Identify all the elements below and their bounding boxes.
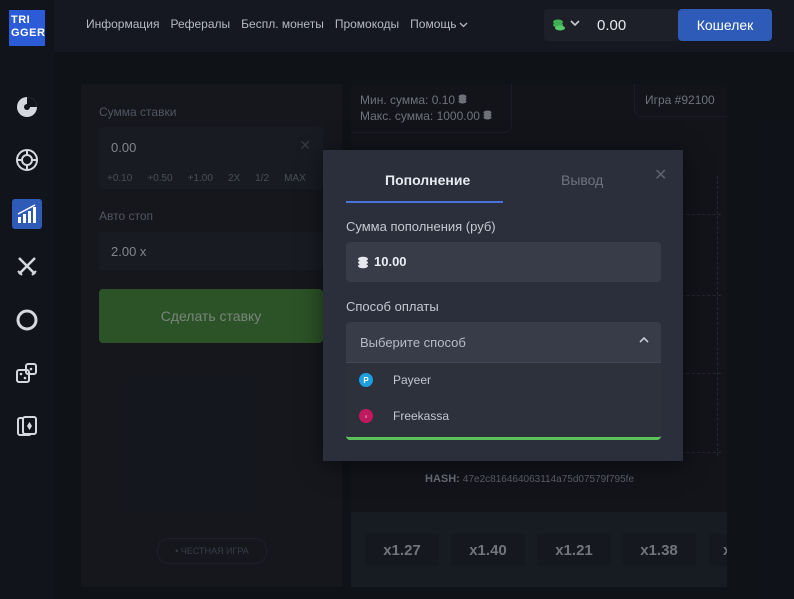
cards-icon[interactable] xyxy=(14,413,40,439)
nav-help[interactable]: Помощь xyxy=(410,17,467,31)
active-tab-indicator xyxy=(346,201,503,203)
deposit-amount-input[interactable]: 10.00 xyxy=(346,242,661,282)
option-freekassa[interactable]: ◦ Freekassa xyxy=(359,406,449,426)
deposit-amount-label: Сумма пополнения (руб) xyxy=(346,219,496,234)
logo[interactable]: TRI GGER xyxy=(9,10,45,46)
circle-icon[interactable] xyxy=(14,307,40,333)
deposit-modal: Пополнение Вывод ✕ Сумма пополнения (руб… xyxy=(323,150,683,461)
top-bar: Информация Рефералы Беспл. монеты Промок… xyxy=(54,0,794,52)
roulette-icon[interactable] xyxy=(14,147,40,173)
coins-icon xyxy=(358,256,368,269)
payment-method-label: Способ оплаты xyxy=(346,299,439,314)
chevron-up-icon xyxy=(639,336,649,343)
tab-deposit[interactable]: Пополнение xyxy=(385,172,470,188)
wallet-button[interactable]: Кошелек xyxy=(678,9,772,41)
balance-value: 0.00 xyxy=(597,17,627,34)
crossed-swords-icon[interactable] xyxy=(14,253,40,279)
nav-promocodes[interactable]: Промокоды xyxy=(335,17,399,31)
deposit-amount-value: 10.00 xyxy=(374,254,407,269)
freekassa-icon: ◦ xyxy=(359,409,373,423)
option-payeer[interactable]: P Payeer xyxy=(359,370,431,390)
nav-info[interactable]: Информация xyxy=(86,17,159,31)
trigger-game-icon[interactable] xyxy=(12,199,42,229)
payeer-icon: P xyxy=(359,373,373,387)
payment-method-select[interactable]: Выберите способ xyxy=(346,322,661,362)
tab-withdraw[interactable]: Вывод xyxy=(561,172,603,188)
nav-referrals[interactable]: Рефералы xyxy=(170,17,230,31)
sidebar: TRI GGER xyxy=(0,0,54,599)
crash-game-icon[interactable] xyxy=(14,94,40,120)
dice-icon[interactable] xyxy=(14,360,40,386)
chevron-down-icon xyxy=(459,22,467,28)
close-icon[interactable]: ✕ xyxy=(654,165,667,185)
nav-free-coins[interactable]: Беспл. монеты xyxy=(241,17,324,31)
chevron-down-icon[interactable] xyxy=(570,20,580,27)
coins-icon xyxy=(553,19,565,31)
balance-box[interactable]: 0.00 xyxy=(544,9,680,41)
payment-method-placeholder: Выберите способ xyxy=(360,335,466,350)
main-nav: Информация Рефералы Беспл. монеты Промок… xyxy=(86,17,479,31)
payment-method-options: P Payeer ◦ Freekassa xyxy=(346,362,661,440)
